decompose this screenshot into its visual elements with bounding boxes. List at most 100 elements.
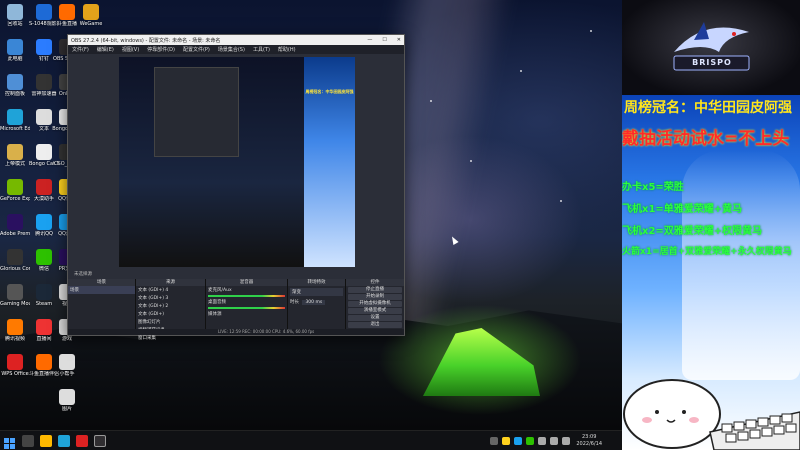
tray-icon[interactable] xyxy=(514,437,522,445)
menu-item[interactable]: 编辑(E) xyxy=(97,46,114,53)
desktop-icon[interactable]: 上帝模式 xyxy=(0,144,30,167)
desktop-icon[interactable]: 腾讯视频 xyxy=(0,319,30,342)
mixer-header: 混音器 xyxy=(206,279,287,286)
desktop-icon-label: Microsoft Edge xyxy=(0,126,30,132)
close-icon[interactable]: ✕ xyxy=(397,37,401,43)
app-icon xyxy=(7,354,23,370)
menu-item[interactable]: 文件(F) xyxy=(72,46,89,53)
clock-time: 23:09 xyxy=(581,434,597,440)
desktop-icon[interactable]: 图片 xyxy=(52,389,82,412)
obs-titlebar[interactable]: OBS 27.2.4 (64-bit, windows) - 配置文件: 未命名… xyxy=(68,35,404,45)
desktop-icon[interactable]: 小帮手 xyxy=(52,354,82,377)
app-icon xyxy=(59,389,75,405)
obs-taskbar-icon[interactable] xyxy=(94,435,106,447)
app-icon xyxy=(7,39,23,55)
desktop-icon[interactable]: 此电脑 xyxy=(0,39,30,62)
desktop-icon[interactable]: Microsoft Edge xyxy=(0,109,30,132)
menu-item[interactable]: 停靠部件(D) xyxy=(147,46,175,53)
source-item[interactable]: 文本 (GDI+) 3 xyxy=(136,294,205,302)
obs-window[interactable]: OBS 27.2.4 (64-bit, windows) - 配置文件: 未命名… xyxy=(67,34,405,341)
nested-overlay-preview: 周榜冠名：中华田园皮阿强 xyxy=(304,57,355,267)
app-icon xyxy=(36,109,52,125)
desktop-icon[interactable]: Glorious Core xyxy=(0,249,30,272)
sources-header: 来源 xyxy=(136,279,205,286)
scenes-header: 场景 xyxy=(68,279,135,286)
obs-dock-panels: 场景 场景 来源 文本 (GDI+) 4 文本 (GDI+) 3 文本 (GDI+)… xyxy=(68,279,404,341)
sources-panel: 来源 文本 (GDI+) 4 文本 (GDI+) 3 文本 (GDI+) 2 文本 (… xyxy=(136,279,206,341)
source-item[interactable]: 文本 (GDI+) 4 xyxy=(136,286,205,294)
edge-icon[interactable] xyxy=(58,435,70,447)
audio-meter xyxy=(208,307,285,309)
scenes-panel: 场景 场景 xyxy=(68,279,136,335)
control-button[interactable]: 开始录制 xyxy=(348,294,402,300)
tray-icon[interactable] xyxy=(526,437,534,445)
menu-item[interactable]: 配置文件(P) xyxy=(183,46,210,53)
control-button[interactable]: 退出 xyxy=(348,322,402,328)
menu-item[interactable]: 视图(V) xyxy=(122,46,139,53)
app-icon xyxy=(7,284,23,300)
control-button[interactable]: 设置 xyxy=(348,315,402,321)
desktop-icon-label: WeGame xyxy=(79,21,103,27)
nested-desktop-preview xyxy=(119,57,304,267)
app-icon xyxy=(36,354,52,370)
source-item[interactable]: 图像幻灯片 xyxy=(136,318,205,326)
mixer-track: 桌面音频 xyxy=(208,300,226,305)
file-explorer-icon[interactable] xyxy=(40,435,52,447)
menu-item[interactable]: 工具(T) xyxy=(253,46,270,53)
desktop-icon-label: Gaming Mouse xyxy=(0,301,30,307)
start-button[interactable] xyxy=(4,435,16,449)
overlay-line: 办卡x5=荣胜 xyxy=(622,182,684,193)
overlay-line: 火箭x1=居首+双雅爱荣耀+永久权限黄马 xyxy=(622,247,792,257)
control-button[interactable]: 演播室模式 xyxy=(348,308,402,314)
desktop-icon-label: 腾讯视频 xyxy=(4,336,25,342)
desktop-icon[interactable]: Adobe Premie... xyxy=(0,214,30,237)
taskbar-clock[interactable]: 23:09 2022/6/14 xyxy=(576,434,602,448)
control-button[interactable]: 开始虚拟摄像机 xyxy=(348,301,402,307)
source-item[interactable]: 文本 (GDI+) 2 xyxy=(136,302,205,310)
app-icon xyxy=(7,144,23,160)
app-icon xyxy=(36,179,52,195)
menu-item[interactable]: 帮助(H) xyxy=(278,46,296,53)
source-item[interactable]: 窗口采集 xyxy=(136,334,205,342)
network-icon[interactable] xyxy=(550,437,558,445)
desktop-icon-label: Glorious Core xyxy=(0,266,30,272)
volume-icon[interactable] xyxy=(562,437,570,445)
transition-type[interactable]: 渐变 xyxy=(290,288,343,296)
transitions-header: 转场特效 xyxy=(288,279,345,286)
desktop-icon[interactable]: WPS Office xyxy=(0,354,30,377)
desktop-icon-label: 回收站 xyxy=(7,21,23,27)
preview-label: 未选择源 xyxy=(74,272,92,277)
obs-preview[interactable]: 周榜冠名：中华田园皮阿强 xyxy=(119,57,355,267)
source-item[interactable]: 文本 (GDI+) xyxy=(136,310,205,318)
obs-statusbar: LIVE: 12:59 REC: 00:00:00 CPU: 4.6%, 60.… xyxy=(68,329,404,335)
maximize-icon[interactable]: ☐ xyxy=(382,37,386,43)
tray-icon[interactable] xyxy=(502,437,510,445)
control-button[interactable]: 停止直播 xyxy=(348,287,402,293)
app-icon[interactable] xyxy=(76,435,88,447)
desktop-icon-label: 此电脑 xyxy=(7,56,23,62)
desktop-icon-label: 游戏 xyxy=(61,336,72,342)
desktop-icon[interactable]: Gaming Mouse xyxy=(0,284,30,307)
nested-obs-window xyxy=(154,67,239,157)
transitions-panel: 转场特效 渐变 时长 300 ms xyxy=(288,279,346,335)
overlay-logo-text: BRISPO xyxy=(692,58,732,67)
desktop-icon[interactable]: WeGame xyxy=(76,4,106,27)
desktop-icon[interactable]: GeForce Experience xyxy=(0,179,30,202)
bongo-cat-icon xyxy=(623,379,800,450)
menu-item[interactable]: 场景集合(S) xyxy=(218,46,245,53)
desktop-icon[interactable]: 控制面板 xyxy=(0,74,30,97)
app-icon xyxy=(7,179,23,195)
nested-overlay-title: 周榜冠名：中华田园皮阿强 xyxy=(305,89,354,94)
overlay-headline: 戴抽活动试水=不上头 xyxy=(622,129,790,149)
search-icon[interactable] xyxy=(22,435,34,447)
mixer-panel: 混音器 麦克风/Aux 桌面音频 媒体源 xyxy=(206,279,288,335)
app-icon xyxy=(83,4,99,20)
duration-field[interactable]: 300 ms xyxy=(302,300,326,305)
clock-date: 2022/6/14 xyxy=(576,441,602,447)
tray-icon[interactable] xyxy=(490,437,498,445)
desktop-icon[interactable]: 回收站 xyxy=(0,4,30,27)
app-icon xyxy=(36,39,52,55)
scene-item[interactable]: 场景 xyxy=(68,286,135,294)
minimize-icon[interactable]: — xyxy=(367,37,372,43)
tray-icon[interactable] xyxy=(538,437,546,445)
